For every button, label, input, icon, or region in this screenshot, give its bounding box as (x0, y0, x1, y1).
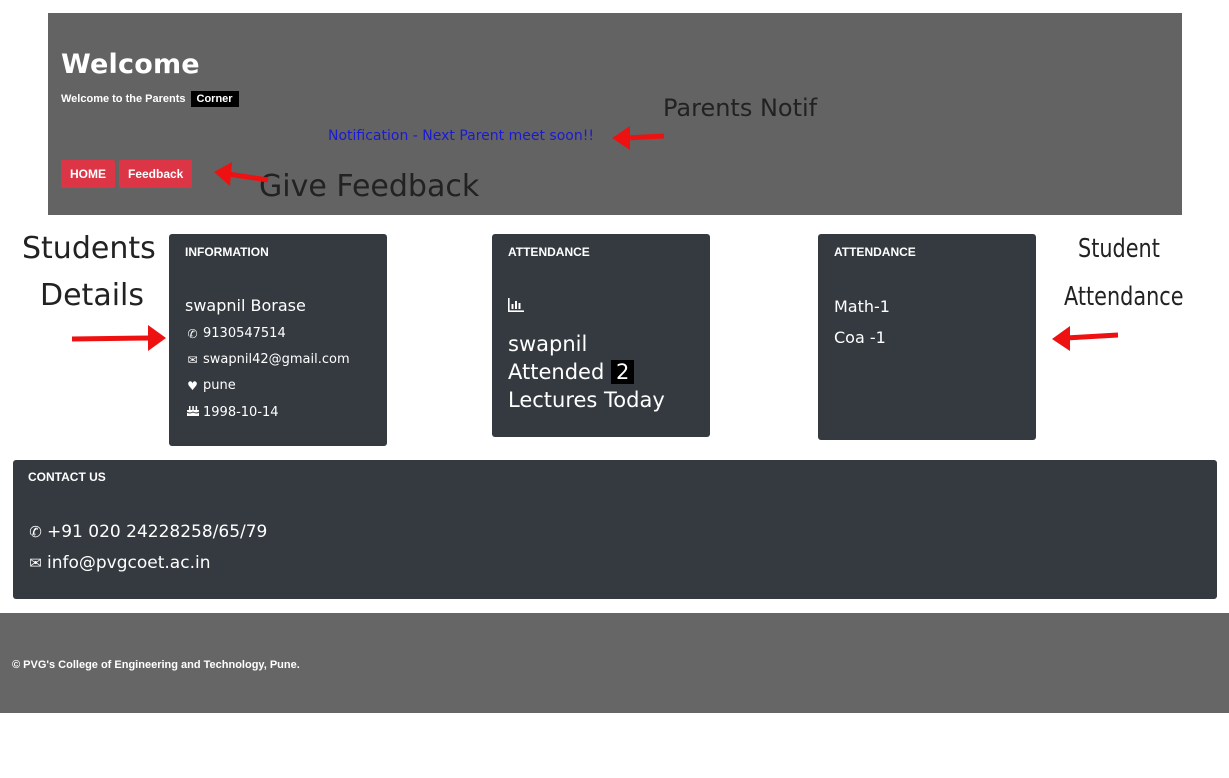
birthday-cake-icon (185, 404, 200, 420)
attended-label: Attended (508, 360, 605, 384)
attendance-card: ATTENDANCE swapnil Attended 2 Lectures T… (492, 234, 710, 437)
dob-row: 1998-10-14 (185, 404, 279, 420)
student-phone: 9130547514 (203, 326, 286, 341)
arrow-attendance-icon (1052, 326, 1119, 351)
arrow-feedback-icon (214, 162, 269, 186)
envelope-icon: ✉ (187, 352, 198, 367)
subject-item: Coa -1 (834, 328, 886, 347)
page-title: Welcome (61, 49, 200, 80)
student-name: swapnil Borase (185, 296, 306, 315)
attendance-summary: swapnil Attended 2 Lectures Today (508, 330, 708, 414)
attendance-count: 2 (610, 360, 635, 384)
email-row: ✉ swapnil42@gmail.com (185, 352, 350, 367)
contact-header: CONTACT US (28, 470, 106, 484)
annotation-give-feedback: Give Feedback (259, 169, 480, 204)
student-city: pune (203, 378, 236, 393)
city-row: ♥ pune (185, 378, 236, 393)
home-button[interactable]: HOME (61, 160, 115, 188)
annotation-attendance: Attendance (1064, 282, 1184, 312)
subtitle-text: Welcome to the Parents (61, 93, 186, 105)
phone-icon: ✆ (187, 326, 198, 341)
annotation-details: Details (40, 278, 145, 313)
phone-icon: ✆ (29, 523, 42, 541)
subject-item: Math-1 (834, 297, 890, 316)
corner-tag: Corner (190, 91, 239, 107)
annotation-parents-notif: Parents Notif (663, 94, 818, 122)
heart-icon: ♥ (187, 378, 198, 393)
nav-buttons: HOME Feedback (61, 160, 193, 188)
attendance-suffix: Lectures Today (508, 388, 665, 412)
annotation-students: Students (22, 231, 156, 266)
arrow-details-icon (71, 325, 166, 351)
phone-row: ✆ 9130547514 (185, 326, 286, 341)
student-dob: 1998-10-14 (203, 404, 279, 420)
subject-attendance-card: ATTENDANCE Math-1 Coa -1 (818, 234, 1036, 440)
feedback-button[interactable]: Feedback (119, 160, 193, 188)
parent-notification: Notification - Next Parent meet soon!! (328, 128, 594, 144)
bar-chart-icon (508, 298, 524, 317)
attendance-card-header: ATTENDANCE (508, 245, 590, 259)
contact-email-row: ✉ info@pvgcoet.ac.in (28, 553, 210, 573)
footer-copyright: © PVG's College of Engineering and Techn… (12, 659, 300, 671)
attendance-student: swapnil (508, 332, 588, 356)
contact-email[interactable]: info@pvgcoet.ac.in (47, 553, 210, 573)
contact-phone: +91 020 24228258/65/79 (47, 522, 268, 542)
footer: © PVG's College of Engineering and Techn… (0, 613, 1229, 713)
arrow-notif-icon (612, 126, 665, 150)
annotation-student: Student (1078, 234, 1160, 264)
attendance-count-line: Attended 2 (508, 358, 708, 386)
page-subtitle: Welcome to the Parents Corner (61, 91, 239, 107)
contact-section: CONTACT US ✆ +91 020 24228258/65/79 ✉ in… (13, 460, 1217, 599)
info-card-header: INFORMATION (185, 245, 269, 259)
envelope-icon: ✉ (29, 554, 42, 572)
contact-phone-row: ✆ +91 020 24228258/65/79 (28, 522, 267, 542)
subject-card-header: ATTENDANCE (834, 245, 916, 259)
info-card: INFORMATION swapnil Borase ✆ 9130547514 … (169, 234, 387, 446)
student-email: swapnil42@gmail.com (203, 352, 350, 367)
